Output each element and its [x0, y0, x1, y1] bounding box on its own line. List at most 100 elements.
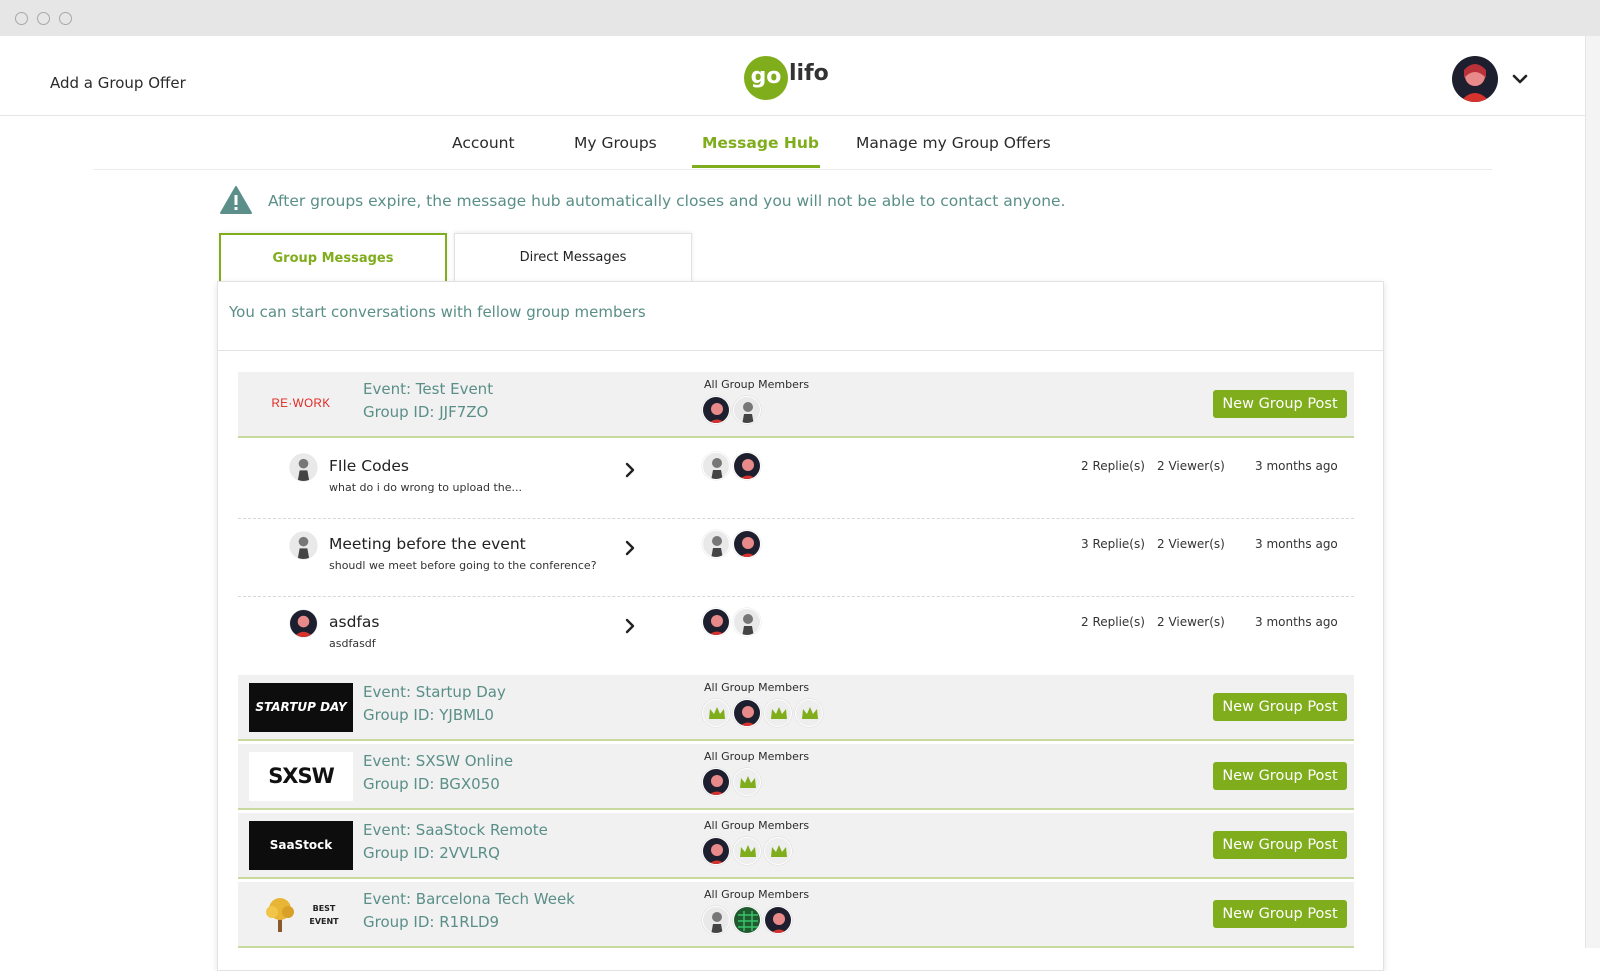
crown-avatar-icon[interactable]: [764, 837, 793, 865]
member-avatar[interactable]: [702, 906, 730, 934]
messages-panel: You can start conversations with fellow …: [217, 281, 1384, 971]
post-title[interactable]: FIle Codes: [329, 457, 409, 475]
group-logo: SaaStock REMOTE: [249, 821, 353, 870]
group-logo-text: SaaStock REMOTE: [269, 838, 333, 852]
group-logo: SXSW: [249, 752, 353, 801]
post-preview: shoudl we meet before going to the confe…: [329, 559, 597, 572]
new-group-post-button[interactable]: New Group Post: [1213, 900, 1347, 928]
new-group-post-button[interactable]: New Group Post: [1213, 831, 1347, 859]
crown-avatar-icon[interactable]: [795, 699, 824, 727]
chevron-right-icon[interactable]: [621, 539, 639, 557]
user-avatar[interactable]: [1452, 56, 1498, 102]
warning-icon: [220, 186, 252, 214]
post-time: 3 months ago: [1255, 615, 1338, 629]
group-members-label: All Group Members: [704, 819, 810, 832]
post-viewers: 2 Viewer(s): [1157, 459, 1225, 473]
crown-avatar-icon[interactable]: [702, 699, 730, 727]
group-logo: BEST EVENT: [249, 890, 353, 939]
post-preview: what do i do wrong to upload the...: [329, 481, 522, 494]
participant-avatar: [702, 608, 730, 636]
tab-message-hub[interactable]: Message Hub: [702, 134, 819, 152]
group-members-label: All Group Members: [704, 378, 810, 391]
logo-wordmark: lifo: [789, 61, 829, 86]
tab-direct-messages[interactable]: Direct Messages: [454, 233, 692, 282]
post-title[interactable]: Meeting before the event: [329, 535, 526, 553]
group-members-label: All Group Members: [704, 750, 810, 763]
window-close-dot[interactable]: [15, 12, 28, 25]
post-viewers: 2 Viewer(s): [1157, 537, 1225, 551]
member-avatar[interactable]: [733, 906, 762, 934]
post-row[interactable]: FIle Codes what do i do wrong to upload …: [238, 441, 1354, 519]
member-avatar[interactable]: [733, 699, 762, 727]
crown-avatar-icon[interactable]: [764, 699, 793, 727]
chevron-right-icon[interactable]: [621, 461, 639, 479]
group-logo-text: SXSW: [268, 764, 335, 788]
group-members-avatars: [702, 768, 762, 796]
group-id: Group ID: YJBML0: [363, 706, 494, 724]
group-row: SaaStock REMOTE Event: SaaStock Remote G…: [238, 813, 1354, 879]
post-row[interactable]: Meeting before the event shoudl we meet …: [238, 519, 1354, 597]
group-row: BEST EVENT Event: Barcelona Tech Week Gr…: [238, 882, 1354, 948]
group-id: Group ID: 2VVLRQ: [363, 844, 500, 862]
group-members-avatars: [702, 396, 762, 424]
group-logo-text: RE·WORK: [271, 398, 331, 410]
group-row: STARTUP DAY Event: Startup Day Group ID:…: [238, 675, 1354, 741]
post-author-avatar: [290, 454, 317, 481]
member-avatar[interactable]: [702, 837, 730, 865]
group-event-name: Event: SaaStock Remote: [363, 821, 548, 839]
post-replies: 3 Replie(s): [1081, 537, 1145, 551]
group-row: RE·WORK Event: Test Event Group ID: JJF7…: [238, 372, 1354, 438]
post-time: 3 months ago: [1255, 459, 1338, 473]
active-tab-indicator: [692, 165, 820, 168]
post-participant-avatars: [702, 530, 762, 558]
panel-intro-text: You can start conversations with fellow …: [229, 303, 646, 321]
post-title[interactable]: asdfas: [329, 613, 379, 631]
tab-group-messages[interactable]: Group Messages: [219, 233, 447, 282]
crown-avatar-icon[interactable]: [733, 837, 762, 865]
post-replies: 2 Replie(s): [1081, 459, 1145, 473]
post-row[interactable]: asdfas asdfasdf 2 Replie(s) 2 Viewer(s) …: [238, 597, 1354, 675]
account-menu-chevron-down-icon[interactable]: [1510, 69, 1530, 89]
tab-my-groups[interactable]: My Groups: [574, 134, 657, 152]
member-avatar[interactable]: [702, 396, 730, 424]
group-row: SXSW Event: SXSW Online Group ID: BGX050…: [238, 744, 1354, 810]
member-avatar[interactable]: [702, 768, 730, 796]
member-avatar[interactable]: [733, 396, 762, 424]
window-chrome: [0, 0, 1600, 36]
post-author-avatar: [290, 610, 317, 637]
group-members-label: All Group Members: [704, 681, 810, 694]
group-event-name: Event: Barcelona Tech Week: [363, 890, 575, 908]
participant-avatar: [733, 608, 762, 636]
group-logo-text: BEST EVENT: [309, 904, 339, 926]
panel-divider: [218, 350, 1383, 351]
group-members-avatars: [702, 699, 824, 727]
group-id: Group ID: R1RLD9: [363, 913, 500, 931]
member-avatar[interactable]: [764, 906, 793, 934]
window-maximize-dot[interactable]: [59, 12, 72, 25]
post-replies: 2 Replie(s): [1081, 615, 1145, 629]
group-event-name: Event: SXSW Online: [363, 752, 514, 770]
new-group-post-button[interactable]: New Group Post: [1213, 390, 1347, 418]
group-id: Group ID: BGX050: [363, 775, 500, 793]
add-group-offer-link[interactable]: Add a Group Offer: [50, 74, 186, 92]
logo-go-mark: go: [744, 56, 788, 100]
chevron-right-icon[interactable]: [621, 617, 639, 635]
golife-logo[interactable]: go lifo: [744, 56, 834, 100]
group-event-name: Event: Test Event: [363, 380, 494, 398]
post-participant-avatars: [702, 608, 762, 636]
new-group-post-button[interactable]: New Group Post: [1213, 693, 1347, 721]
group-event-name: Event: Startup Day: [363, 683, 506, 701]
crown-avatar-icon[interactable]: [733, 768, 762, 796]
scrollbar-track[interactable]: [1585, 36, 1600, 948]
post-author-avatar: [290, 532, 317, 559]
group-logo: STARTUP DAY: [249, 683, 353, 732]
top-header: Add a Group Offer go lifo: [0, 36, 1585, 116]
group-logo: RE·WORK: [249, 380, 353, 429]
tab-manage-group-offers[interactable]: Manage my Group Offers: [856, 134, 1051, 152]
post-time: 3 months ago: [1255, 537, 1338, 551]
new-group-post-button[interactable]: New Group Post: [1213, 762, 1347, 790]
tab-account[interactable]: Account: [452, 134, 515, 152]
window-minimize-dot[interactable]: [37, 12, 50, 25]
participant-avatar: [702, 530, 730, 558]
post-viewers: 2 Viewer(s): [1157, 615, 1225, 629]
